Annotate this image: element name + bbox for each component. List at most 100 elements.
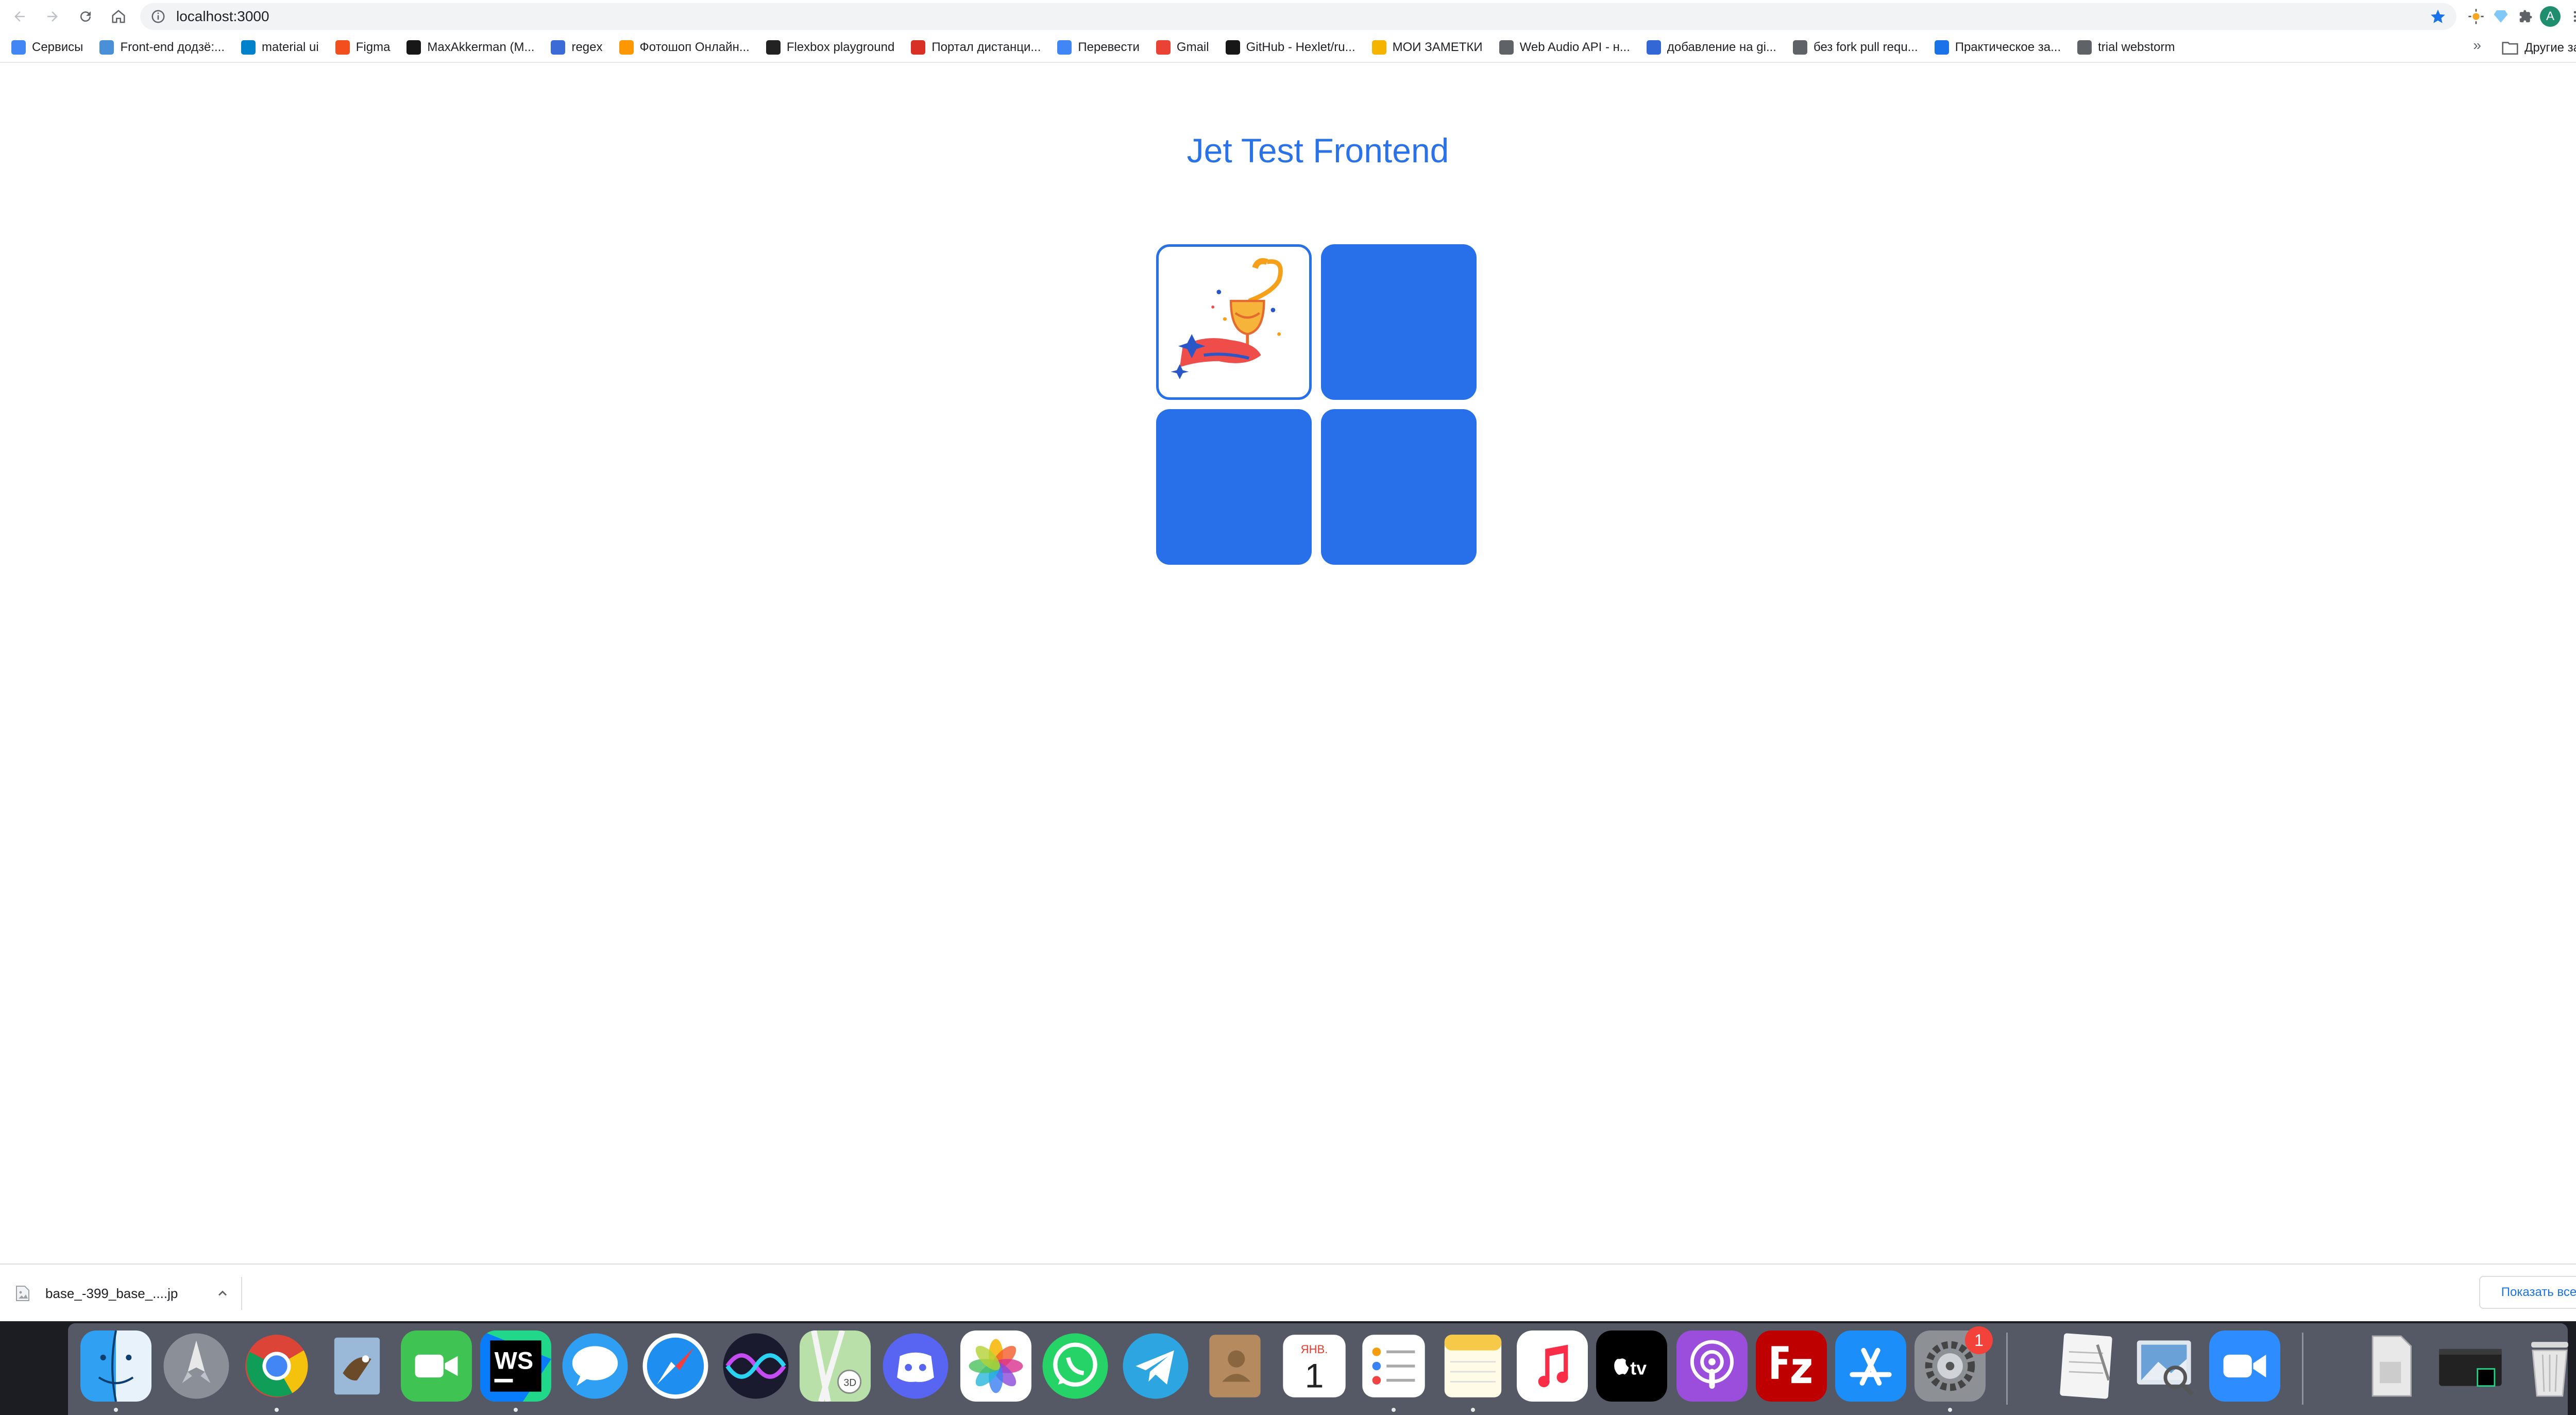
bookmark-item[interactable]: добавление на gi... bbox=[1638, 36, 1785, 59]
photo-icon bbox=[619, 40, 634, 55]
photos-icon[interactable] bbox=[960, 1330, 1031, 1402]
maps-icon[interactable]: 3D bbox=[800, 1330, 871, 1402]
dock-separator bbox=[2302, 1333, 2303, 1405]
browser-toolbar: localhost:3000 A bbox=[0, 0, 2576, 33]
address-bar[interactable]: localhost:3000 bbox=[140, 3, 2456, 30]
webstorm-icon[interactable]: WS bbox=[480, 1330, 551, 1402]
profile-button[interactable]: A bbox=[2538, 4, 2563, 29]
bookmark-item[interactable]: Front-end додзё:... bbox=[91, 36, 233, 59]
translate-icon bbox=[1057, 40, 1072, 55]
chrome-menu-button[interactable] bbox=[2563, 4, 2576, 29]
bookmark-item[interactable]: material ui bbox=[233, 36, 327, 59]
bookmark-label: material ui bbox=[262, 40, 319, 54]
bookmark-label: добавление на gi... bbox=[1667, 40, 1776, 54]
messages-icon[interactable] bbox=[560, 1330, 631, 1402]
apple-tv-icon[interactable]: tv bbox=[1596, 1330, 1667, 1402]
launchpad-icon[interactable] bbox=[161, 1330, 232, 1402]
app-store-icon[interactable] bbox=[1835, 1330, 1906, 1402]
bookmark-item[interactable]: regex bbox=[543, 36, 611, 59]
url-text[interactable]: localhost:3000 bbox=[176, 8, 269, 25]
preview-bird-icon[interactable] bbox=[321, 1330, 393, 1402]
facetime-icon[interactable] bbox=[401, 1330, 472, 1402]
gmail-icon bbox=[1156, 40, 1171, 55]
running-indicator bbox=[114, 1408, 118, 1412]
bookmarks-overflow-button[interactable]: » bbox=[2473, 37, 2481, 54]
textedit-icon[interactable] bbox=[2050, 1330, 2122, 1402]
contacts-icon[interactable] bbox=[1199, 1330, 1270, 1402]
apps-grid-icon bbox=[11, 40, 26, 55]
show-all-downloads-button[interactable]: Показать все bbox=[2479, 1276, 2576, 1309]
tv-label: tv bbox=[1630, 1358, 1647, 1379]
portal-icon bbox=[911, 40, 926, 55]
back-button[interactable] bbox=[6, 3, 33, 30]
bookmark-label: Портал дистанци... bbox=[931, 40, 1041, 54]
bookmark-star-icon[interactable] bbox=[2430, 8, 2446, 25]
terminal-webstorm-icon[interactable] bbox=[2435, 1330, 2506, 1402]
preview-icon[interactable] bbox=[2130, 1330, 2201, 1402]
chrome-icon[interactable] bbox=[241, 1330, 312, 1402]
extensions-puzzle-icon[interactable] bbox=[2513, 4, 2538, 29]
bookmark-item[interactable]: trial webstorm bbox=[2069, 36, 2183, 59]
page-title: Jet Test Frontend bbox=[1187, 131, 1449, 170]
info-icon[interactable] bbox=[150, 9, 166, 24]
bookmark-item[interactable]: Gmail bbox=[1148, 36, 1217, 59]
globe-icon bbox=[2077, 40, 2092, 55]
reminders-icon[interactable] bbox=[1358, 1330, 1429, 1402]
bookmark-item[interactable]: GitHub - Hexlet/ru... bbox=[1217, 36, 1364, 59]
other-bookmarks-folder[interactable]: Другие закладки bbox=[2494, 37, 2576, 59]
extension-diamond-icon[interactable] bbox=[2488, 4, 2513, 29]
bookmark-item[interactable]: Flexbox playground bbox=[758, 36, 903, 59]
bookmark-label: Figma bbox=[355, 40, 391, 54]
bookmark-item[interactable]: Web Audio API - н... bbox=[1491, 36, 1638, 59]
whatsapp-icon[interactable] bbox=[1040, 1330, 1111, 1402]
memory-card-closed[interactable] bbox=[1321, 409, 1477, 565]
reload-button[interactable] bbox=[72, 3, 99, 30]
downloads-stack-icon[interactable] bbox=[2355, 1330, 2427, 1402]
discord-icon[interactable] bbox=[880, 1330, 951, 1402]
forward-button[interactable] bbox=[39, 3, 66, 30]
regex-icon bbox=[551, 40, 566, 55]
home-button[interactable] bbox=[105, 3, 132, 30]
download-shelf: base_-399_base_....jp Показать все bbox=[0, 1264, 2576, 1321]
bookmark-item[interactable]: Сервисы bbox=[3, 36, 91, 59]
memory-card-open[interactable] bbox=[1156, 244, 1312, 400]
bookmark-item[interactable]: Figma bbox=[327, 36, 399, 59]
music-icon[interactable] bbox=[1517, 1330, 1588, 1402]
reload-icon bbox=[80, 11, 91, 22]
bookmark-label: Фотошоп Онлайн... bbox=[639, 40, 750, 54]
safari-icon[interactable] bbox=[640, 1330, 711, 1402]
chevron-up-icon[interactable] bbox=[215, 1286, 230, 1301]
bookmark-label: Web Audio API - н... bbox=[1519, 40, 1630, 54]
finder-icon[interactable] bbox=[80, 1330, 151, 1402]
filezilla-icon[interactable] bbox=[1756, 1330, 1827, 1402]
bookmark-label: Сервисы bbox=[32, 40, 83, 54]
notes-icon[interactable] bbox=[1437, 1330, 1509, 1402]
memory-card-closed[interactable] bbox=[1156, 409, 1312, 565]
bookmark-item[interactable]: Портал дистанци... bbox=[903, 36, 1049, 59]
siri-icon[interactable] bbox=[720, 1330, 791, 1402]
folder-icon bbox=[2502, 42, 2518, 55]
webstorm-label: WS bbox=[495, 1347, 534, 1374]
bookmark-label: МОИ ЗАМЕТКИ bbox=[1392, 40, 1483, 54]
bookmark-item[interactable]: Фотошоп Онлайн... bbox=[611, 36, 758, 59]
trash-icon[interactable] bbox=[2514, 1330, 2576, 1402]
zoom-icon[interactable] bbox=[2209, 1330, 2280, 1402]
memory-card-closed[interactable] bbox=[1321, 244, 1477, 400]
figma-icon bbox=[335, 40, 350, 55]
home-icon bbox=[112, 10, 125, 23]
card-grid bbox=[1156, 244, 1478, 565]
bookmark-item[interactable]: Перевести bbox=[1049, 36, 1148, 59]
bookmark-label: MaxAkkerman (M... bbox=[427, 40, 535, 54]
bookmark-item[interactable]: МОИ ЗАМЕТКИ bbox=[1364, 36, 1491, 59]
download-item[interactable]: base_-399_base_....jp bbox=[15, 1277, 242, 1310]
bookmark-item[interactable]: Практическое за... bbox=[1926, 36, 2069, 59]
arrow-right-icon bbox=[47, 11, 58, 22]
extension-sun-icon[interactable] bbox=[2464, 4, 2488, 29]
bookmark-label: regex bbox=[571, 40, 603, 54]
running-indicator bbox=[514, 1408, 518, 1412]
bookmark-item[interactable]: без fork pull requ... bbox=[1785, 36, 1926, 59]
telegram-icon[interactable] bbox=[1120, 1330, 1191, 1402]
bookmark-item[interactable]: MaxAkkerman (M... bbox=[398, 36, 543, 59]
podcasts-icon[interactable] bbox=[1676, 1330, 1748, 1402]
calendar-icon[interactable]: ЯНВ. 1 bbox=[1279, 1330, 1350, 1402]
